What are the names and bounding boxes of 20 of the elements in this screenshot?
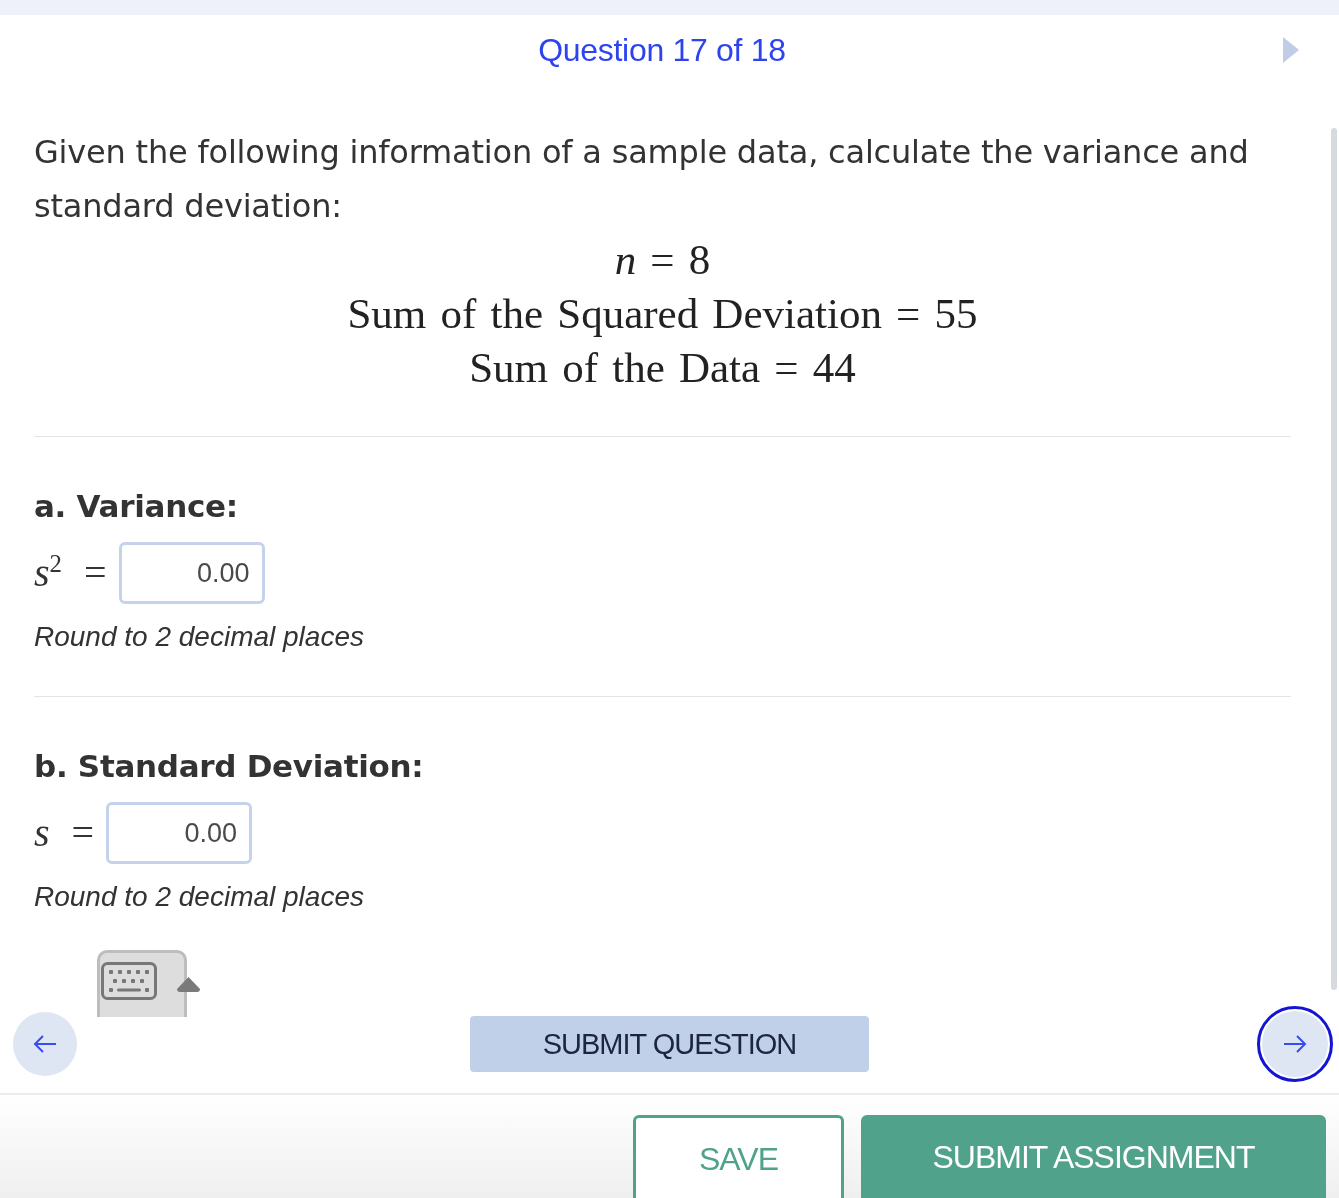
caret-up-icon[interactable]	[177, 977, 200, 992]
arrow-left-icon	[33, 1034, 57, 1054]
keyboard-icon	[101, 962, 157, 1000]
rounding-hint: Round to 2 decimal places	[34, 620, 365, 654]
equation-label: s =	[34, 810, 95, 856]
submit-question-button[interactable]: SUBMIT QUESTION	[470, 1016, 869, 1072]
answer-field[interactable]: 0.00	[106, 802, 253, 864]
rounding-hint: Round to 2 decimal places	[34, 880, 365, 914]
keyboard-button[interactable]	[97, 950, 187, 1017]
answer-field[interactable]: 0.00	[118, 542, 265, 604]
given-equation: Sum of the Squared Deviation = 55	[347, 289, 978, 339]
equation-label: s$^{2}$ =	[34, 550, 107, 596]
question-counter: Question 17 of 18	[538, 31, 786, 69]
part-heading: a. Variance:	[34, 487, 239, 526]
given-equation: n = 8	[614, 235, 711, 285]
given-equation: Sum of the Data = 44	[469, 343, 856, 393]
question-text: Given the following information of a sample data, calculate the variance and standard deviation:	[34, 132, 1250, 227]
scrollbar-thumb[interactable]	[1331, 128, 1337, 990]
arrow-right-icon	[1283, 1034, 1307, 1054]
part-heading: b. Standard Deviation:	[34, 747, 425, 786]
